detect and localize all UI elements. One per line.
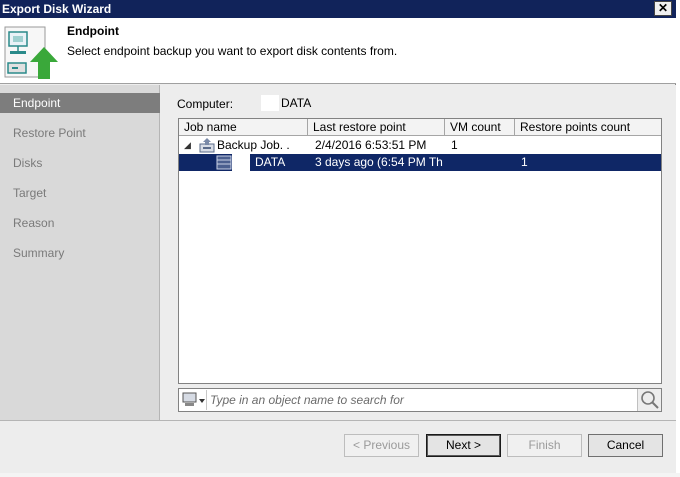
wizard-steps-sidebar: Endpoint Restore Point Disks Target Reas… [0, 85, 160, 420]
close-button[interactable]: ✕ [654, 1, 672, 16]
redacted-block [232, 154, 250, 171]
computer-value: DATA [261, 95, 315, 111]
search-input[interactable] [210, 391, 630, 409]
object-search-bar [178, 388, 662, 412]
restore-points-count [521, 137, 641, 154]
wizard-footer: < Previous Next > Finish Cancel [0, 420, 676, 473]
step-reason[interactable]: Reason [0, 213, 160, 233]
step-disks[interactable]: Disks [0, 153, 160, 173]
column-last-restore-point[interactable]: Last restore point [308, 119, 445, 136]
step-restore-point[interactable]: Restore Point [0, 123, 160, 143]
window-title: Export Disk Wizard [2, 2, 112, 16]
cancel-button[interactable]: Cancel [588, 434, 663, 457]
column-job-name[interactable]: Job name [179, 119, 308, 136]
step-endpoint[interactable]: Endpoint [0, 93, 160, 113]
title-bar: Export Disk Wizard ✕ [0, 0, 676, 18]
next-button[interactable]: Next > [426, 434, 501, 457]
computer-type-icon [182, 392, 205, 406]
search-button[interactable] [637, 389, 661, 411]
grid-header: Job name Last restore point VM count Res… [179, 119, 661, 136]
table-row[interactable]: ◢ Backup Job. . 2/4/2016 6:53:51 PM 1 [179, 137, 661, 154]
job-name: Backup Job. . [217, 138, 290, 152]
wizard-content: Computer: DATA Job name Last restore poi… [161, 85, 676, 420]
job-name: DATA [255, 155, 286, 169]
restore-points-count: 1 [521, 155, 528, 169]
table-row-selected[interactable]: DATA 3 days ago (6:54 PM Th... 1 [179, 154, 661, 171]
step-target[interactable]: Target [0, 183, 160, 203]
background-strip [0, 473, 680, 477]
previous-button[interactable]: < Previous [344, 434, 419, 457]
step-summary[interactable]: Summary [0, 243, 160, 263]
export-disk-wizard-window: Export Disk Wizard ✕ Endpoint Select end… [0, 0, 676, 473]
backup-jobs-grid[interactable]: Job name Last restore point VM count Res… [178, 118, 662, 384]
object-type-dropdown[interactable] [180, 390, 207, 410]
magnifier-icon [641, 391, 659, 409]
column-restore-points-count[interactable]: Restore points count [515, 119, 661, 136]
backup-job-icon [199, 138, 215, 153]
page-subtitle: Select endpoint backup you want to expor… [67, 44, 398, 58]
finish-button[interactable]: Finish [507, 434, 582, 457]
vm-count [451, 154, 511, 171]
endpoint-export-icon [4, 26, 58, 79]
last-restore-point: 2/4/2016 6:53:51 PM [315, 138, 427, 152]
vm-count: 1 [451, 138, 458, 152]
computer-icon [216, 155, 232, 170]
last-restore-point: 3 days ago (6:54 PM Th... [315, 155, 443, 169]
wizard-header: Endpoint Select endpoint backup you want… [0, 18, 676, 84]
computer-label: Computer: [177, 97, 234, 111]
tree-expander-icon[interactable]: ◢ [184, 137, 194, 154]
column-vm-count[interactable]: VM count [445, 119, 515, 136]
page-title: Endpoint [67, 24, 119, 38]
